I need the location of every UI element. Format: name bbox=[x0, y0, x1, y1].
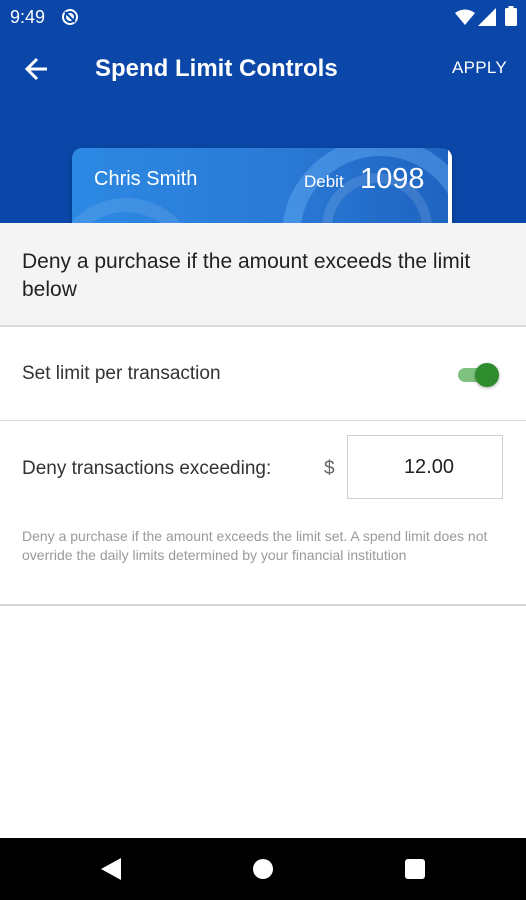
app-bar: Spend Limit Controls APPLY bbox=[0, 36, 526, 106]
system-nav-bar bbox=[0, 838, 526, 900]
card-decoration bbox=[72, 198, 200, 223]
limit-toggle-row: Set limit per transaction bbox=[0, 327, 526, 421]
nav-back-icon[interactable] bbox=[101, 858, 121, 880]
sync-icon bbox=[62, 9, 78, 25]
nav-recents-icon[interactable] bbox=[405, 859, 425, 879]
status-bar: 9:49 bbox=[0, 0, 526, 36]
card-type: Debit bbox=[304, 172, 344, 191]
debit-card: Chris Smith Debit 1098 bbox=[72, 148, 452, 223]
nav-home-icon[interactable] bbox=[253, 859, 273, 879]
card-last-digits: 1098 bbox=[360, 163, 425, 195]
wifi-icon bbox=[455, 9, 475, 25]
card-edge bbox=[448, 148, 452, 223]
back-arrow-icon[interactable] bbox=[24, 56, 50, 82]
limit-toggle-switch[interactable] bbox=[456, 362, 502, 387]
header: 9:49 Spend Limit Controls APPLY Chris Sm… bbox=[0, 0, 526, 223]
currency-symbol: $ bbox=[324, 458, 335, 479]
limit-amount-label: Deny transactions exceeding: bbox=[22, 458, 272, 479]
status-time: 9:49 bbox=[10, 7, 46, 27]
page-title: Spend Limit Controls bbox=[95, 55, 338, 82]
limit-amount-row: Deny transactions exceeding: $ Deny a pu… bbox=[0, 421, 526, 606]
battery-icon bbox=[505, 6, 517, 26]
limit-toggle-label: Set limit per transaction bbox=[22, 363, 221, 384]
signal-icon bbox=[478, 8, 496, 26]
description-section: Deny a purchase if the amount exceeds th… bbox=[0, 223, 526, 327]
limit-note: Deny a purchase if the amount exceeds th… bbox=[22, 528, 488, 563]
card-holder-name: Chris Smith bbox=[94, 168, 198, 190]
apply-button[interactable]: APPLY bbox=[452, 58, 507, 78]
toggle-thumb bbox=[475, 363, 499, 387]
limit-amount-input[interactable] bbox=[347, 435, 503, 499]
description-text: Deny a purchase if the amount exceeds th… bbox=[22, 250, 471, 301]
